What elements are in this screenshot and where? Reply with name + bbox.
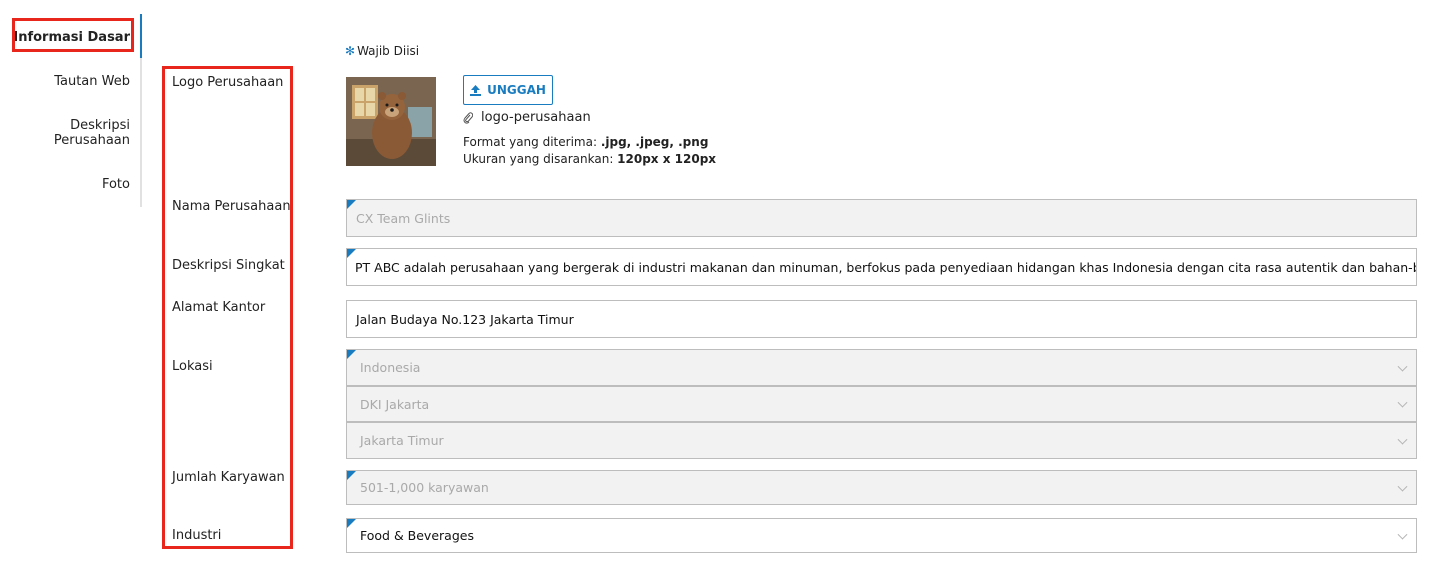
upload-button[interactable]: UNGGAH xyxy=(463,75,553,105)
size-hint: Ukuran yang disarankan: 120px x 120px xyxy=(463,152,716,166)
format-hint: Format yang diterima: .jpg, .jpeg, .png xyxy=(463,135,708,149)
size-hint-prefix: Ukuran yang disarankan: xyxy=(463,152,618,166)
country-select[interactable]: Indonesia xyxy=(346,349,1417,386)
city-value: Jakarta Timur xyxy=(360,433,444,448)
upload-button-label: UNGGAH xyxy=(487,83,546,97)
short-description-field[interactable]: PT ABC adalah perusahaan yang bergerak d… xyxy=(346,248,1417,286)
highlight-box-sidebar xyxy=(12,18,134,52)
required-corner-icon xyxy=(347,350,357,360)
uploaded-file: logo-perusahaan xyxy=(463,110,591,125)
office-address-field[interactable]: Jalan Budaya No.123 Jakarta Timur xyxy=(346,300,1417,338)
city-select[interactable]: Jakarta Timur xyxy=(346,422,1417,459)
employees-value: 501-1,000 karyawan xyxy=(360,480,489,495)
short-description-value: PT ABC adalah perusahaan yang bergerak d… xyxy=(355,259,1417,275)
format-hint-value: .jpg, .jpeg, .png xyxy=(600,135,709,149)
file-name-text: logo-perusahaan xyxy=(481,110,591,125)
label-industry: Industri xyxy=(172,528,222,543)
size-hint-value: 120px x 120px xyxy=(617,152,717,166)
required-asterisk-icon: ✻ xyxy=(345,44,356,58)
country-value: Indonesia xyxy=(360,360,421,375)
sidebar-item-foto[interactable]: Foto xyxy=(102,177,130,192)
chevron-down-icon xyxy=(1397,529,1408,540)
required-note: ✻ Wajib Diisi xyxy=(345,44,419,58)
label-location: Lokasi xyxy=(172,359,213,374)
format-hint-prefix: Format yang diterima: xyxy=(463,135,601,149)
chevron-down-icon xyxy=(1397,397,1408,408)
label-short-description: Deskripsi Singkat xyxy=(172,258,285,273)
chevron-down-icon xyxy=(1397,361,1408,372)
paperclip-icon xyxy=(463,111,473,124)
employees-select[interactable]: 501-1,000 karyawan xyxy=(346,470,1417,505)
industry-value: Food & Beverages xyxy=(360,528,474,543)
required-corner-icon xyxy=(347,471,357,481)
label-logo: Logo Perusahaan xyxy=(172,75,284,90)
sidebar-active-indicator xyxy=(140,14,142,58)
upload-icon xyxy=(470,84,482,96)
label-employees: Jumlah Karyawan xyxy=(172,470,285,485)
required-corner-icon xyxy=(347,519,357,529)
chevron-down-icon xyxy=(1397,481,1408,492)
company-name-field[interactable]: CX Team Glints xyxy=(346,199,1417,237)
label-company-name: Nama Perusahaan xyxy=(172,199,291,214)
company-logo-image xyxy=(346,77,436,166)
required-note-text: Wajib Diisi xyxy=(357,44,420,58)
province-value: DKI Jakarta xyxy=(360,396,430,412)
required-corner-icon xyxy=(347,200,357,210)
label-office-address: Alamat Kantor xyxy=(172,300,266,315)
sidebar-item-deskripsi-perusahaan[interactable]: Deskripsi Perusahaan xyxy=(54,118,130,148)
company-name-value: CX Team Glints xyxy=(356,210,451,226)
office-address-value: Jalan Budaya No.123 Jakarta Timur xyxy=(356,311,574,327)
required-corner-icon xyxy=(347,249,357,259)
chevron-down-icon xyxy=(1397,434,1408,445)
industry-select[interactable]: Food & Beverages xyxy=(346,518,1417,553)
province-select[interactable]: DKI Jakarta xyxy=(346,386,1417,422)
sidebar-item-tautan-web[interactable]: Tautan Web xyxy=(54,74,130,89)
